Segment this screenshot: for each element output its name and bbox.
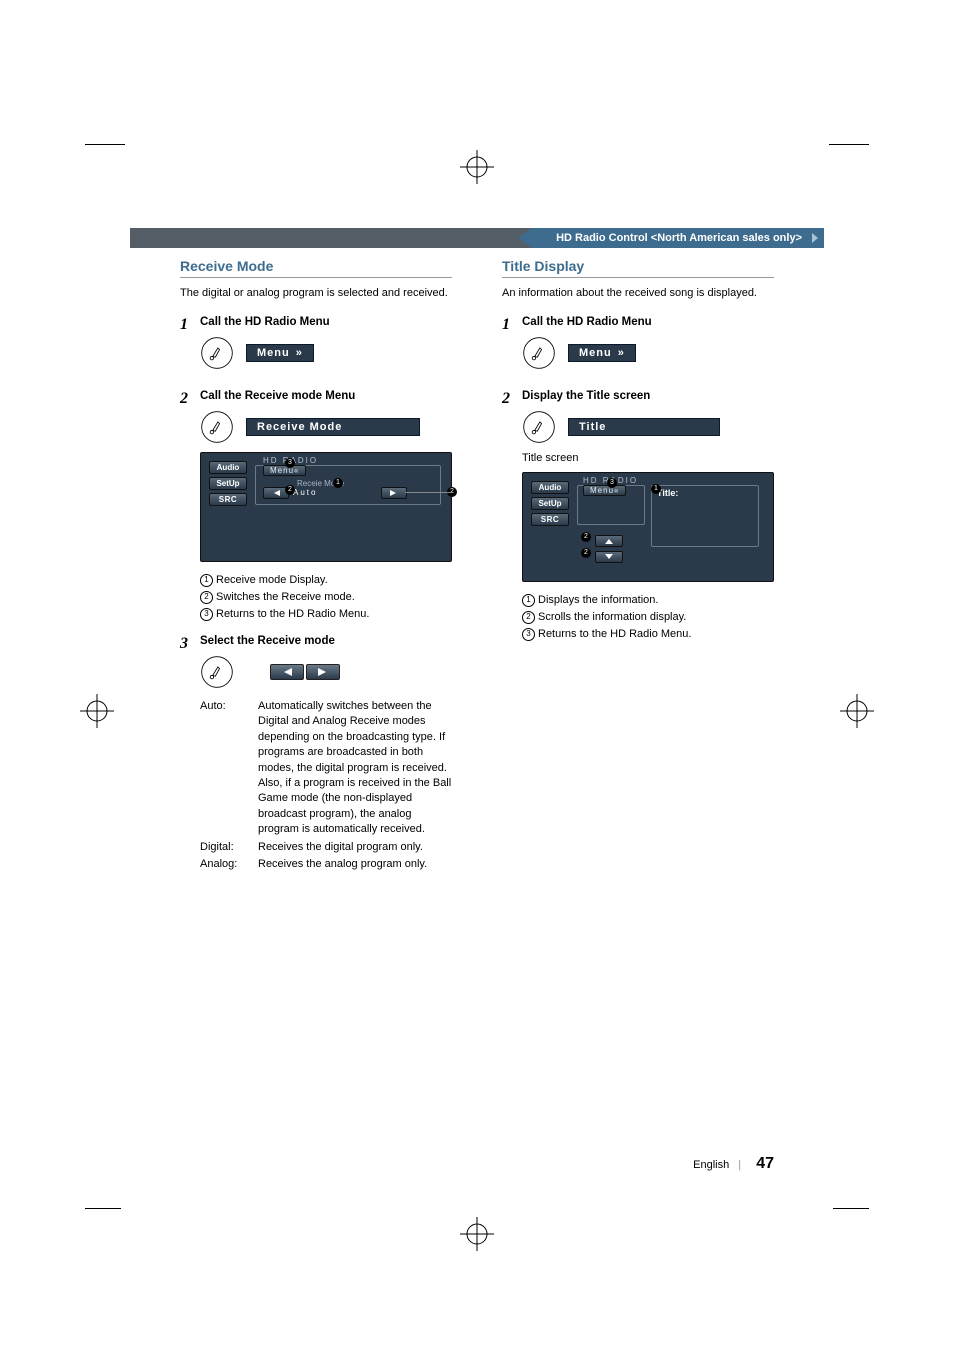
menu-button-label: Menu [257,347,290,359]
crop-mark [85,1208,121,1221]
audio-button[interactable]: Audio [209,461,247,474]
mode-analog-desc: Receives the analog program only. [258,857,427,872]
registration-mark-left [80,694,114,728]
touch-icon [522,410,556,444]
touch-icon [200,410,234,444]
audio-button[interactable]: Audio [531,481,569,494]
setup-button[interactable]: SetUp [209,477,247,490]
title-button[interactable]: Title [568,418,720,436]
circled-1: 1 [200,574,213,587]
next-arrow-button[interactable] [381,487,407,499]
callout-text: Displays the information. [538,592,658,609]
receive-mode-button[interactable]: Receive Mode [246,418,420,436]
callout-2: 2 [581,532,591,542]
footer-lang: English [693,1159,729,1171]
crop-mark [85,144,125,145]
touch-icon [200,655,234,689]
header-bar: HD Radio Control <North American sales o… [130,228,824,248]
chevron-icon: » [296,347,303,359]
callout-text: Returns to the HD Radio Menu. [538,626,691,643]
receive-mode-button-label: Receive Mode [257,421,342,433]
callout-line [405,492,451,493]
scroll-up-button[interactable] [595,535,623,547]
setup-button[interactable]: SetUp [531,497,569,510]
footer-separator: | [738,1159,741,1171]
menu-button-label: Menu [579,347,612,359]
mode-digital-desc: Receives the digital program only. [258,840,423,855]
registration-mark-top [460,150,494,184]
next-button[interactable] [306,664,340,680]
callout-3: 3 [607,478,617,488]
src-button[interactable]: SRC [531,513,569,526]
scroll-down-button[interactable] [595,551,623,563]
callout-text: Receive mode Display. [216,572,328,589]
page-footer: English | 47 [693,1155,774,1173]
step-title: Call the Receive mode Menu [200,390,452,402]
callout-1: 1 [333,478,343,488]
step-number: 1 [180,316,196,334]
section-title-title-display: Title Display [502,258,774,278]
receive-mode-screen: Audio SetUp SRC HD RADIO Menu« Receie [200,452,452,562]
callout-text: Scrolls the information display. [538,609,686,626]
mode-auto-desc: Automatically switches between the Digit… [258,699,452,838]
step-title: Call the HD Radio Menu [200,316,452,328]
callout-3: 3 [285,458,295,468]
touch-icon [522,336,556,370]
mode-value: Auto [293,488,317,497]
title-screen-caption: Title screen [522,452,774,464]
callout-2b: 2 [581,548,591,558]
circled-2: 2 [200,591,213,604]
src-button[interactable]: SRC [209,493,247,506]
callout-2: 2 [285,485,295,495]
header-tab: HD Radio Control <North American sales o… [532,228,824,248]
step-number: 2 [502,390,518,408]
prev-button[interactable] [270,664,304,680]
page-number: 47 [756,1155,774,1172]
crop-mark [829,144,869,145]
callout-1: 1 [651,484,661,494]
registration-mark-bottom [460,1217,494,1251]
section-title-receive-mode: Receive Mode [180,258,452,278]
circled-1: 1 [522,594,535,607]
section-intro: The digital or analog program is selecte… [180,286,452,302]
circled-2: 2 [522,611,535,624]
header-tab-label: HD Radio Control <North American sales o… [556,232,802,244]
chevron-left-small-icon: « [294,466,299,475]
mode-analog-key: Analog: [200,857,258,872]
mode-digital-key: Digital: [200,840,258,855]
section-intro: An information about the received song i… [502,286,774,302]
step-title: Select the Receive mode [200,635,452,647]
touch-icon [200,336,234,370]
step-number: 2 [180,390,196,408]
title-screen: Audio SetUp SRC HD RADIO Menu« [522,472,774,582]
registration-mark-right [840,694,874,728]
chevron-icon: » [618,347,625,359]
chevron-left-small-icon: « [614,486,619,495]
menu-button[interactable]: Menu » [568,344,636,362]
screen-menu-button[interactable]: Menu« [583,485,626,496]
step-number: 3 [180,635,196,653]
step-title: Display the Title screen [522,390,774,402]
title-button-label: Title [579,421,606,433]
menu-button[interactable]: Menu » [246,344,314,362]
callout-text: Returns to the HD Radio Menu. [216,606,369,623]
callout-text: Switches the Receive mode. [216,589,355,606]
crop-mark [833,1208,869,1221]
step-number: 1 [502,316,518,334]
screen-menu-button[interactable]: Menu« [263,465,306,476]
mode-auto-key: Auto: [200,699,258,838]
step-title: Call the HD Radio Menu [522,316,774,328]
circled-3: 3 [522,628,535,641]
circled-3: 3 [200,608,213,621]
